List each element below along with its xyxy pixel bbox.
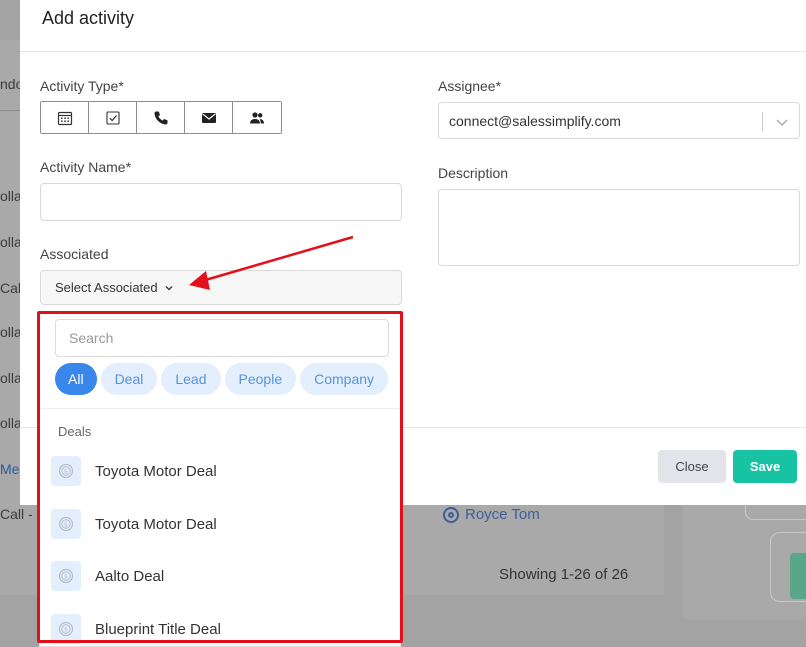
modal-title: Add activity bbox=[42, 8, 135, 28]
background-list-item: olla bbox=[0, 188, 22, 204]
modal-header: Add activity bbox=[20, 0, 806, 52]
background-divider bbox=[0, 110, 20, 111]
activity-type-task-button[interactable] bbox=[89, 102, 137, 133]
target-icon bbox=[443, 506, 459, 523]
background-list-item: olla bbox=[0, 324, 22, 340]
assignee-select[interactable]: connect@salessimplify.com bbox=[438, 102, 800, 139]
background-list-item: olla bbox=[0, 370, 22, 386]
deal-dollar-icon: $ bbox=[51, 614, 81, 644]
background-green-icon bbox=[790, 553, 806, 599]
description-label: Description bbox=[438, 165, 509, 181]
save-button[interactable]: Save bbox=[733, 450, 797, 483]
select-associated-label: Select Associated bbox=[55, 280, 158, 295]
background-contact: Royce Tom bbox=[443, 506, 540, 523]
associated-dropdown: Search All Deal Lead People Company Deal… bbox=[39, 311, 401, 647]
activity-type-call-button[interactable] bbox=[137, 102, 185, 133]
deal-dollar-icon: $ bbox=[51, 561, 81, 591]
list-item[interactable]: $ Blueprint Title Deal bbox=[51, 614, 221, 644]
activity-type-label: Activity Type* bbox=[40, 78, 124, 94]
list-item[interactable]: $ Toyota Motor Deal bbox=[51, 456, 217, 486]
chevron-down-icon[interactable] bbox=[775, 115, 789, 129]
activity-type-meeting-people-button[interactable] bbox=[233, 102, 281, 133]
assignee-value: connect@salessimplify.com bbox=[449, 112, 621, 129]
list-item-label: Toyota Motor Deal bbox=[95, 462, 217, 480]
select-associated-button[interactable]: Select Associated bbox=[40, 270, 402, 305]
people-icon bbox=[250, 111, 264, 123]
deal-dollar-icon: $ bbox=[51, 509, 81, 539]
svg-text:$: $ bbox=[64, 573, 68, 581]
activity-type-email-button[interactable] bbox=[185, 102, 233, 133]
dropdown-divider bbox=[40, 408, 400, 409]
description-textarea[interactable] bbox=[438, 189, 800, 266]
activity-type-meeting-button[interactable] bbox=[41, 102, 89, 133]
list-item[interactable]: $ Toyota Motor Deal bbox=[51, 509, 217, 539]
filter-chip-deal[interactable]: Deal bbox=[100, 363, 158, 395]
background-list-item: olla bbox=[0, 415, 22, 431]
svg-text:$: $ bbox=[64, 468, 68, 476]
calendar-icon bbox=[57, 111, 72, 125]
dropdown-section-title: Deals bbox=[58, 424, 92, 439]
mail-icon bbox=[201, 112, 216, 123]
filter-chip-people[interactable]: People bbox=[224, 363, 297, 395]
background-contact-name: Royce Tom bbox=[465, 506, 540, 523]
svg-text:$: $ bbox=[64, 521, 68, 529]
activity-name-input[interactable] bbox=[40, 183, 402, 221]
deal-dollar-icon: $ bbox=[51, 456, 81, 486]
activity-name-label: Activity Name* bbox=[40, 159, 132, 175]
select-separator bbox=[762, 112, 763, 131]
list-item-label: Aalto Deal bbox=[95, 567, 165, 585]
list-item[interactable]: $ Aalto Deal bbox=[51, 561, 164, 591]
associated-label: Associated bbox=[40, 246, 109, 262]
background-pagination: Showing 1-26 of 26 bbox=[499, 566, 629, 583]
filter-chip-lead[interactable]: Lead bbox=[161, 363, 221, 395]
checkbox-icon bbox=[105, 110, 120, 125]
list-item-label: Toyota Motor Deal bbox=[95, 515, 217, 533]
svg-text:$: $ bbox=[64, 626, 68, 634]
assignee-label: Assignee* bbox=[438, 78, 502, 94]
phone-icon bbox=[154, 111, 167, 124]
dropdown-search-input[interactable]: Search bbox=[55, 319, 389, 357]
filter-chip-company[interactable]: Company bbox=[300, 363, 389, 395]
close-button[interactable]: Close bbox=[658, 450, 726, 483]
list-item-label: Blueprint Title Deal bbox=[95, 620, 221, 638]
filter-chip-all[interactable]: All bbox=[55, 363, 97, 395]
activity-type-group bbox=[40, 101, 282, 134]
background-list-item: olla bbox=[0, 234, 22, 250]
filter-chips: All Deal Lead People Company bbox=[55, 363, 389, 395]
chevron-down-icon bbox=[165, 285, 173, 290]
